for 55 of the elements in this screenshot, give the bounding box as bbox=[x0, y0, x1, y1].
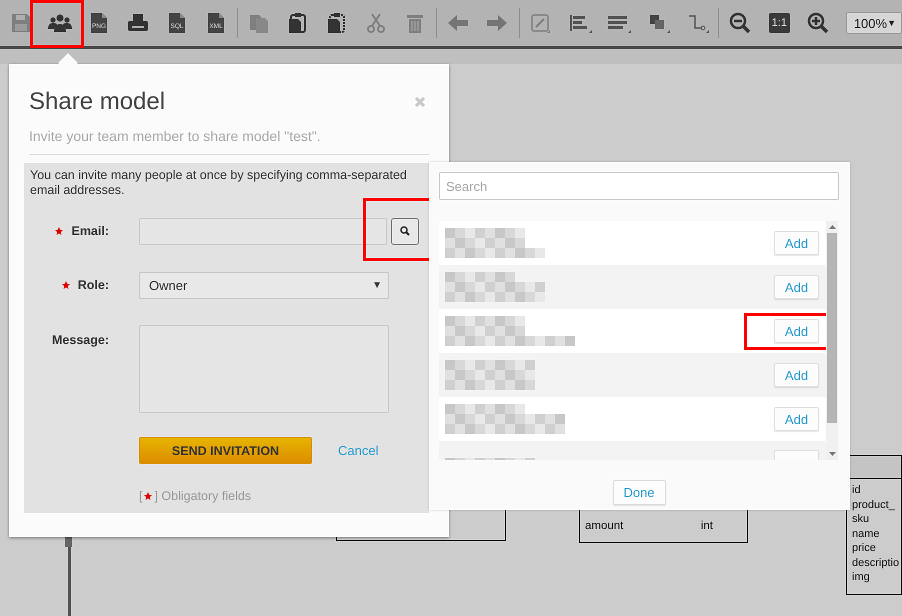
message-field[interactable] bbox=[139, 325, 389, 413]
line-icon bbox=[528, 12, 553, 34]
send-invitation-button[interactable]: SEND INVITATION bbox=[139, 437, 312, 464]
zoom-select[interactable]: 100%▼ bbox=[846, 12, 902, 34]
column-name: descriptio bbox=[852, 556, 900, 569]
scroll-down-icon[interactable] bbox=[828, 452, 836, 456]
connector-line bbox=[68, 545, 71, 616]
required-star-icon bbox=[144, 492, 152, 500]
scroll-up-icon[interactable] bbox=[828, 225, 836, 229]
legend-bracket: [ bbox=[139, 489, 142, 503]
person-row[interactable]: Add bbox=[439, 397, 826, 441]
field-label: Message: bbox=[52, 333, 109, 347]
person-row[interactable]: Add bbox=[439, 221, 826, 265]
actual-size-button[interactable]: 1:1 bbox=[760, 5, 799, 41]
column-name: product_ bbox=[852, 498, 895, 511]
scrollbar-thumb[interactable] bbox=[827, 233, 837, 423]
person-row[interactable]: Add bbox=[439, 353, 826, 397]
field-label: Role: bbox=[78, 278, 109, 292]
column-name: sku bbox=[852, 513, 870, 526]
zoom-out-icon bbox=[728, 12, 752, 34]
column-name: name bbox=[852, 528, 880, 540]
printer-icon bbox=[126, 12, 150, 34]
field-label: Email: bbox=[71, 224, 109, 238]
person-row[interactable]: Add bbox=[439, 265, 826, 309]
help-text: You can invite many people at once by specifying comma-separated email addresses. bbox=[30, 168, 408, 198]
cancel-link[interactable]: Cancel bbox=[338, 443, 378, 458]
connector-handle[interactable] bbox=[65, 537, 72, 547]
zoom-in-icon bbox=[806, 12, 830, 34]
column-name: img bbox=[852, 571, 870, 584]
search-field[interactable]: Search bbox=[439, 172, 839, 200]
people-icon bbox=[48, 12, 72, 34]
done-button[interactable]: Done bbox=[612, 480, 666, 505]
column-name: id bbox=[852, 484, 861, 496]
column-name: price bbox=[852, 542, 876, 554]
dialog-subtitle: Invite your team member to share model "test". bbox=[29, 116, 429, 155]
role-select[interactable]: Owner ▼ bbox=[139, 272, 389, 298]
scrollbar[interactable] bbox=[826, 221, 838, 460]
align-icon bbox=[568, 12, 592, 34]
email-field[interactable] bbox=[139, 218, 387, 244]
person-row[interactable]: Add bbox=[439, 309, 826, 353]
add-button[interactable]: Add bbox=[774, 231, 819, 255]
close-icon[interactable] bbox=[415, 97, 425, 107]
add-button[interactable]: Add bbox=[774, 319, 819, 343]
column-name: amount bbox=[585, 520, 624, 532]
search-button[interactable] bbox=[391, 218, 419, 244]
add-button[interactable]: Add bbox=[774, 275, 819, 299]
search-icon bbox=[400, 226, 410, 236]
left-arrow-icon bbox=[446, 12, 470, 34]
right-arrow-icon bbox=[485, 12, 510, 34]
column-type: int bbox=[700, 520, 713, 532]
add-button[interactable]: Add bbox=[774, 407, 819, 431]
legend-text: ] Obligatory fields bbox=[154, 489, 252, 503]
add-button[interactable]: Add bbox=[774, 363, 819, 387]
table-node[interactable]: id product_ sku name price descriptio img bbox=[846, 455, 902, 595]
dialog-title: Share model bbox=[29, 88, 166, 116]
